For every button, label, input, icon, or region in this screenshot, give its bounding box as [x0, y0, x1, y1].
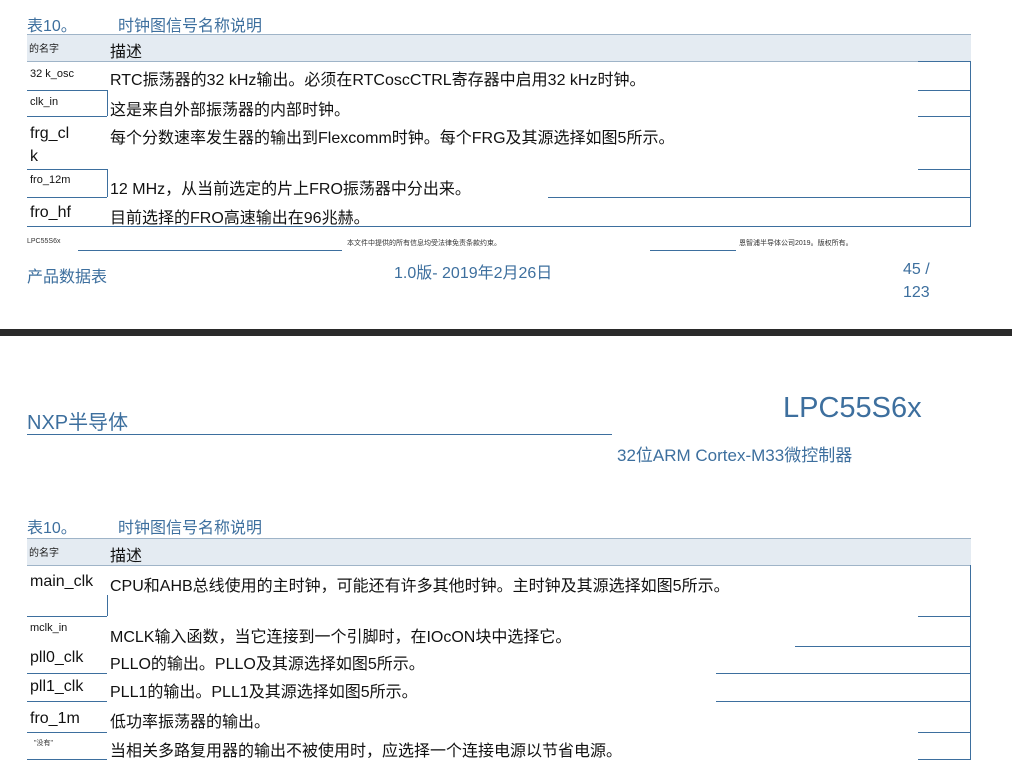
page-divider	[0, 329, 1012, 336]
cell-divider	[107, 169, 108, 197]
row-rule	[27, 616, 107, 617]
header-rule	[27, 434, 612, 435]
row-rule	[716, 701, 971, 702]
table-row-name: clk_in	[30, 96, 59, 108]
row-rule	[27, 197, 107, 198]
row-rule	[716, 673, 971, 674]
row-rule	[27, 90, 107, 91]
company-name: NXP半导体	[27, 412, 129, 434]
footer-disclaimer: 本文件中提供的所有信息均受法律免责条款约束。	[347, 240, 501, 247]
header-name: 的名字	[29, 548, 59, 559]
table-row-name: fro_12m	[30, 174, 71, 186]
footer-copyright: 恩智浦半导体公司2019。版权所有。	[739, 240, 853, 247]
table-row-desc: PLL1的输出。PLL1及其源选择如图5所示。	[110, 684, 418, 701]
header-name: 的名字	[29, 44, 59, 55]
table-header: 的名字 描述	[27, 34, 971, 62]
row-rule	[27, 701, 107, 702]
header-description: 描述	[110, 548, 143, 565]
footer-version: 1.0版- 2019年2月26日	[394, 265, 553, 282]
row-rule	[918, 732, 971, 733]
table-row-name: pll1_clk	[30, 678, 84, 695]
table-right-border	[970, 61, 971, 227]
table-caption-number: 表10。	[27, 520, 77, 537]
table-row-name: frg_cl	[30, 125, 70, 142]
table-row-desc: CPU和AHB总线使用的主时钟，可能还有许多其他时钟。主时钟及其源选择如图5所示…	[110, 578, 730, 595]
footer-rule	[78, 250, 342, 251]
footer-doc-id: LPC55S6x	[27, 238, 61, 245]
table-header: 的名字 描述	[27, 538, 971, 566]
row-rule	[918, 759, 971, 760]
table-row-name: 32 k_osc	[30, 68, 75, 80]
table-row-desc: 低功率振荡器的输出。	[110, 714, 271, 731]
row-rule	[27, 732, 107, 733]
table-row-name: fro_1m	[30, 710, 80, 727]
table-caption-number: 表10。	[27, 18, 77, 35]
cell-divider	[107, 90, 108, 116]
cell-divider	[107, 595, 108, 616]
table-right-border	[970, 565, 971, 760]
row-rule	[918, 169, 971, 170]
table-row-desc: 当相关多路复用器的输出不被使用时，应选择一个连接电源以节省电源。	[110, 743, 623, 760]
table-row-name: pll0_clk	[30, 649, 84, 666]
table-row-name: mclk_in	[30, 622, 68, 634]
table-caption-title: 时钟图信号名称说明	[118, 520, 263, 537]
table-row-desc: MCLK输入函数，当它连接到一个引脚时，在IOcON块中选择它。	[110, 629, 572, 646]
row-rule	[918, 616, 971, 617]
row-rule	[795, 646, 971, 647]
table-row-desc: 每个分数速率发生器的输出到Flexcomm时钟。每个FRG及其源选择如图5所示。	[110, 130, 675, 147]
product-name: LPC55S6x	[783, 392, 922, 424]
table-row-name: "没有"	[34, 740, 53, 747]
table-caption-title: 时钟图信号名称说明	[118, 18, 263, 35]
table-row-name-wrap: k	[30, 148, 38, 165]
table-row-desc: 12 MHz，从当前选定的片上FRO振荡器中分出来。	[110, 181, 471, 198]
header-description: 描述	[110, 44, 143, 61]
row-rule	[27, 169, 107, 170]
row-rule	[548, 197, 971, 198]
row-rule	[918, 61, 971, 62]
row-rule	[27, 673, 107, 674]
footer-doc-type: 产品数据表	[27, 269, 108, 286]
table-row-desc: PLLO的输出。PLLO及其源选择如图5所示。	[110, 656, 425, 673]
row-rule	[918, 116, 971, 117]
table-row-desc: 这是来自外部振荡器的内部时钟。	[110, 102, 351, 119]
page-number: 45 /	[903, 261, 930, 278]
table-row-desc: RTC振荡器的32 kHz输出。必须在RTCoscCTRL寄存器中启用32 kH…	[110, 72, 646, 89]
table-row-desc: 目前选择的FRO高速输出在96兆赫。	[110, 210, 370, 227]
table-row-name: main_clk	[30, 573, 94, 590]
table-row-name: fro_hf	[30, 204, 71, 221]
row-rule	[27, 759, 107, 760]
page-total: 123	[903, 284, 930, 301]
product-subtitle: 32位ARM Cortex-M33微控制器	[617, 446, 853, 465]
footer-rule	[650, 250, 736, 251]
row-rule	[918, 90, 971, 91]
row-rule	[27, 116, 107, 117]
